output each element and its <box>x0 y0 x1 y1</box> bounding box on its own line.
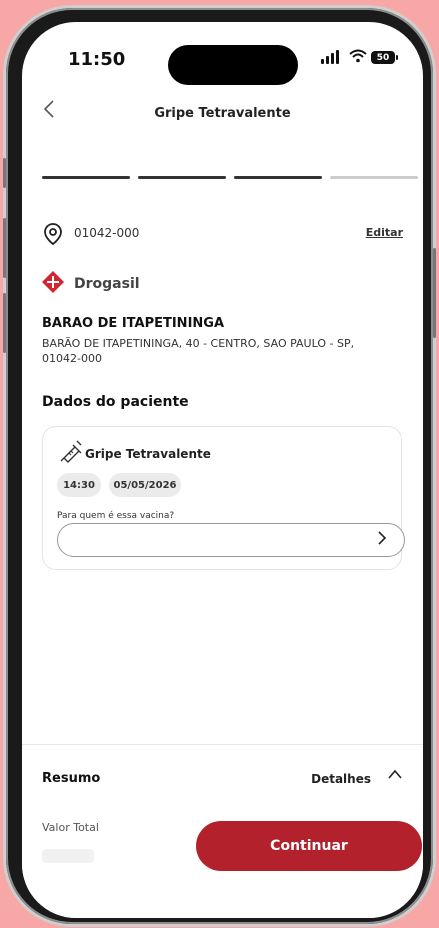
wifi-icon <box>349 48 367 67</box>
continue-button[interactable]: Continuar <box>196 821 422 871</box>
total-label: Valor Total <box>42 821 99 834</box>
address-row: 01042-000 Editar <box>42 222 403 246</box>
pharmacy-brand: Drogasil <box>42 271 140 297</box>
status-bar: 11:50 50 <box>22 22 423 85</box>
volume-up-button <box>3 218 6 278</box>
patient-section-title: Dados do paciente <box>42 394 189 410</box>
step-progress-bar <box>42 176 423 179</box>
chevron-up-icon[interactable] <box>387 765 403 784</box>
top-app-bar: Gripe Tetravalente <box>22 100 423 132</box>
patient-select[interactable] <box>57 523 405 557</box>
battery-tip <box>396 55 398 60</box>
postal-code: 01042-000 <box>74 226 140 240</box>
action-button <box>3 158 6 188</box>
store-address: BARÃO DE ITAPETININGA, 40 - CENTRO, SAO … <box>42 337 355 365</box>
edit-address-link[interactable]: Editar <box>366 226 403 239</box>
progress-step-2 <box>138 176 226 179</box>
signal-icon <box>321 50 339 64</box>
phone-frame: 11:50 50 Gripe Tetravalente 01042-000 Ed… <box>3 8 436 924</box>
app-screen: 11:50 50 Gripe Tetravalente 01042-000 Ed… <box>22 22 423 918</box>
progress-step-4 <box>330 176 418 179</box>
patient-question-label: Para quem é essa vacina? <box>57 511 175 521</box>
vaccine-card: Gripe Tetravalente 14:30 05/05/2026 Para… <box>42 426 405 570</box>
summary-label: Resumo <box>42 771 101 786</box>
page-title: Gripe Tetravalente <box>154 106 291 121</box>
brand-name: Drogasil <box>74 276 140 292</box>
chevron-right-icon <box>376 529 388 552</box>
location-pin-icon <box>42 222 64 250</box>
syringe-icon <box>57 439 83 469</box>
store-name: BARAO DE ITAPETININGA <box>42 316 225 331</box>
summary-footer: Resumo Detalhes Valor Total Continuar <box>22 744 423 918</box>
total-value-placeholder <box>42 849 94 863</box>
battery-icon: 50 <box>371 51 395 64</box>
progress-step-3 <box>234 176 322 179</box>
drogasil-logo-icon <box>42 271 64 297</box>
volume-down-button <box>3 293 6 353</box>
dynamic-island <box>168 45 298 85</box>
vaccine-name: Gripe Tetravalente <box>85 447 211 461</box>
progress-step-1 <box>42 176 130 179</box>
status-time: 11:50 <box>68 49 126 70</box>
time-chip: 14:30 <box>57 473 101 497</box>
details-toggle[interactable]: Detalhes <box>311 772 371 786</box>
date-chip: 05/05/2026 <box>109 473 181 497</box>
power-button <box>433 248 436 338</box>
